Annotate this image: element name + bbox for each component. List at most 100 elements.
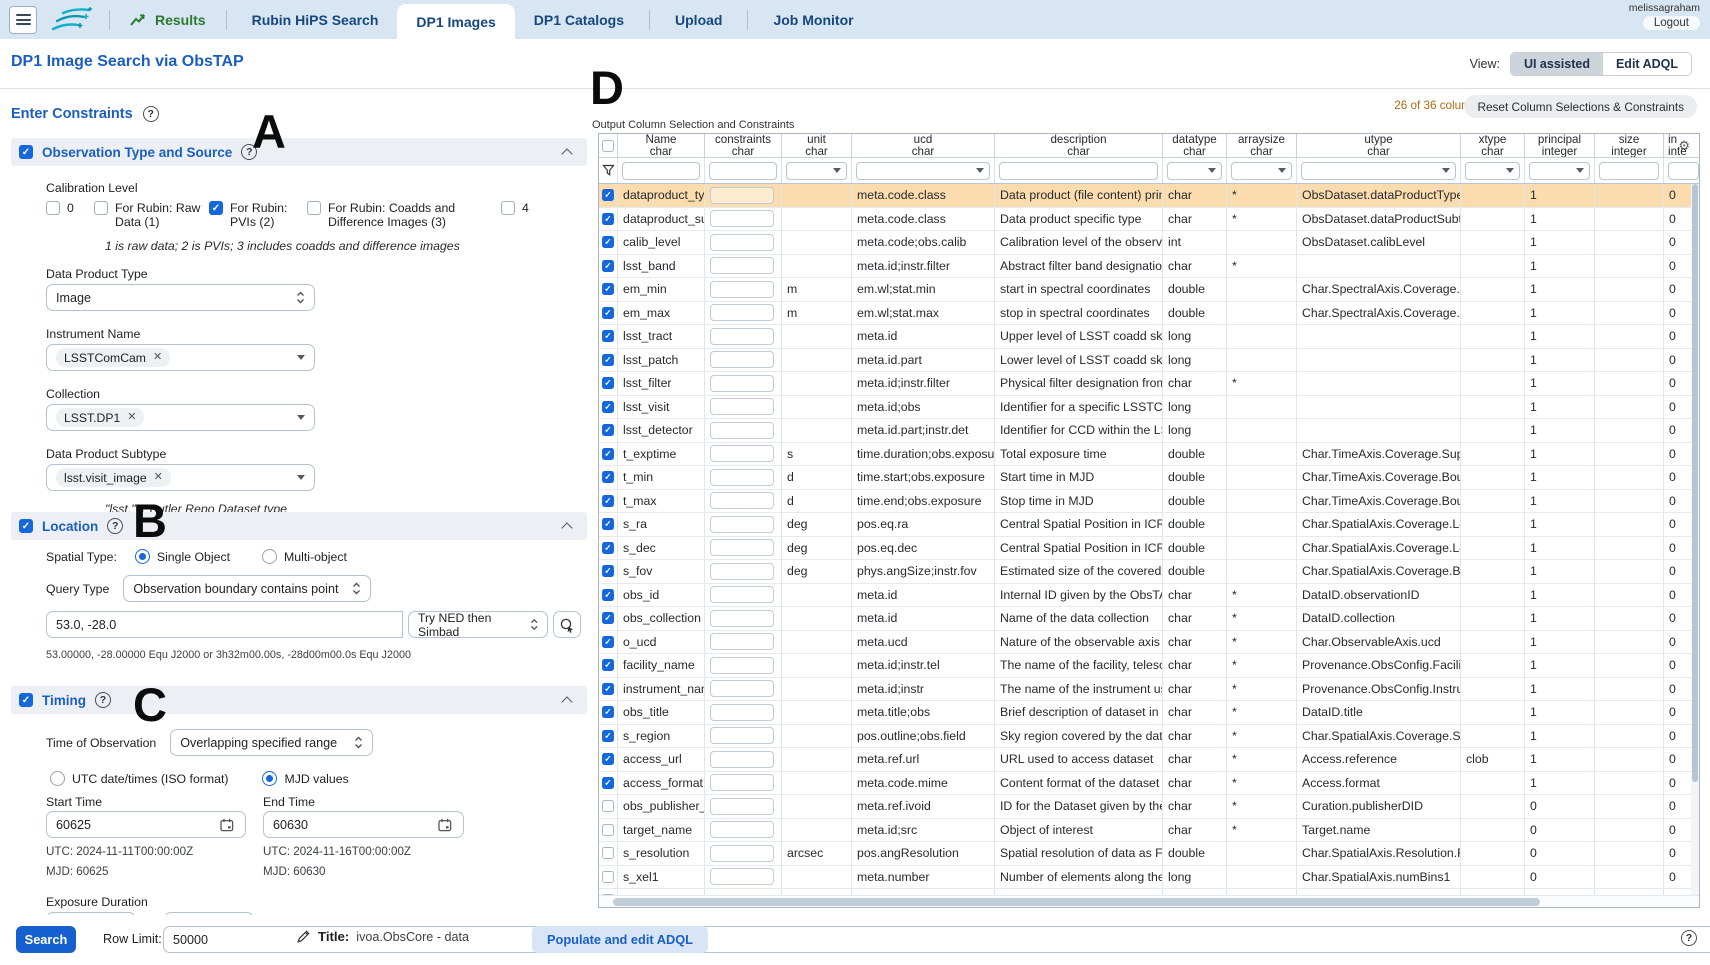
column-header-size[interactable]: sizeinteger [1595, 134, 1664, 157]
column-header-ucd[interactable]: ucdchar [852, 134, 995, 157]
table-row-access-format[interactable]: access_formatmeta.code.mimeContent forma… [599, 772, 1699, 796]
checkbox[interactable] [501, 201, 515, 215]
tab-results[interactable]: Results [116, 0, 220, 39]
section-location-header[interactable]: Location [11, 512, 587, 540]
query-type-select[interactable]: Observation boundary contains point [123, 575, 371, 602]
calibration-option-for-rubin-raw-data-1[interactable]: For Rubin: Raw Data (1) [94, 201, 209, 229]
filter-input-name[interactable] [622, 162, 700, 180]
select-point-button[interactable] [553, 611, 581, 638]
table-row-instrument-name[interactable]: instrument_namemeta.id;instrThe name of … [599, 678, 1699, 702]
filter-select-datatype[interactable] [1167, 162, 1222, 180]
constraint-input[interactable] [710, 845, 774, 862]
filter-select-ucd[interactable] [856, 162, 990, 180]
table-row-lsst-tract[interactable]: lsst_tractmeta.idUpper level of LSST coa… [599, 325, 1699, 349]
reset-columns-button[interactable]: Reset Column Selections & Constraints [1464, 95, 1697, 118]
constraint-input[interactable] [710, 798, 774, 815]
chip-remove-icon[interactable]: ✕ [153, 352, 162, 363]
filter-input-constraints[interactable] [709, 162, 777, 180]
location-help-icon[interactable] [107, 518, 123, 534]
calibration-option-for-rubin-coadds-and-difference-images-3[interactable]: For Rubin: Coadds and Difference Images … [307, 201, 501, 229]
row-checkbox[interactable] [602, 448, 614, 460]
radio[interactable] [135, 549, 150, 564]
row-checkbox[interactable] [602, 824, 614, 836]
table-row-s-resolution[interactable]: s_resolutionarcsecpos.angResolutionSpati… [599, 842, 1699, 866]
constraint-input[interactable] [710, 633, 774, 650]
column-header-unit[interactable]: unitchar [782, 134, 852, 157]
data-product-type-select[interactable]: Image [46, 284, 315, 311]
constraint-input[interactable] [710, 680, 774, 697]
section-observation-header[interactable]: Observation Type and Source [11, 138, 587, 166]
row-checkbox[interactable] [602, 589, 614, 601]
table-row-lsst-filter[interactable]: lsst_filtermeta.id;instr.filterPhysical … [599, 372, 1699, 396]
filter-funnel-icon[interactable] [602, 164, 615, 177]
view-edit-adql-button[interactable]: Edit ADQL [1603, 53, 1691, 75]
constraint-input[interactable] [710, 821, 774, 838]
row-checkbox[interactable] [602, 659, 614, 671]
constraint-input[interactable] [710, 469, 774, 486]
column-header-datatype[interactable]: datatypechar [1163, 134, 1227, 157]
constraint-input[interactable] [710, 727, 774, 744]
table-row-calib-level[interactable]: calib_levelmeta.code;obs.calibCalibratio… [599, 231, 1699, 255]
column-header-arraysize[interactable]: arraysizechar [1227, 134, 1297, 157]
constraint-input[interactable] [710, 304, 774, 321]
footer-help-icon[interactable] [1681, 930, 1697, 946]
sidebar-menu-button[interactable] [9, 6, 37, 34]
constraint-input[interactable] [710, 398, 774, 415]
row-checkbox[interactable] [602, 518, 614, 530]
select-all-checkbox[interactable] [602, 140, 614, 152]
table-row-em-max[interactable]: em_maxmem.wl;stat.maxstop in spectral co… [599, 302, 1699, 326]
pencil-icon[interactable] [296, 929, 311, 944]
time-of-observation-select[interactable]: Overlapping specified range [170, 729, 373, 756]
timing-help-icon[interactable] [95, 692, 111, 708]
row-checkbox[interactable] [602, 612, 614, 624]
constraint-input[interactable] [710, 210, 774, 227]
row-checkbox[interactable] [602, 730, 614, 742]
populate-adql-button[interactable]: Populate and edit ADQL [532, 926, 708, 953]
section-timing-header[interactable]: Timing [11, 686, 587, 714]
column-header-xtype[interactable]: xtypechar [1461, 134, 1525, 157]
row-checkbox[interactable] [602, 871, 614, 883]
row-checkbox[interactable] [602, 283, 614, 295]
radio[interactable] [262, 549, 277, 564]
checkbox[interactable] [307, 201, 321, 215]
row-checkbox[interactable] [602, 189, 614, 201]
filter-input-description[interactable] [999, 162, 1158, 180]
table-row-obs-collection[interactable]: obs_collectionmeta.idName of the data co… [599, 607, 1699, 631]
table-row-t-exptime[interactable]: t_exptimestime.duration;obs.exposureTota… [599, 443, 1699, 467]
row-checkbox[interactable] [602, 565, 614, 577]
checkbox[interactable] [46, 201, 60, 215]
calendar-icon[interactable] [438, 818, 452, 832]
constraint-input[interactable] [710, 281, 774, 298]
row-checkbox[interactable] [602, 495, 614, 507]
filter-select-xtype[interactable] [1465, 162, 1520, 180]
collection-select[interactable]: LSST.DP1 ✕ [46, 404, 315, 431]
table-row-lsst-detector[interactable]: lsst_detectormeta.id.part;instr.detIdent… [599, 419, 1699, 443]
timing-collapse-icon[interactable] [561, 696, 572, 707]
table-row-dataproduct-subtype[interactable]: dataproduct_subtypemeta.code.classData p… [599, 208, 1699, 232]
table-row-lsst-patch[interactable]: lsst_patchmeta.id.partLower level of LSS… [599, 349, 1699, 373]
constraint-input[interactable] [710, 868, 774, 885]
calendar-icon[interactable] [220, 818, 234, 832]
constraint-input[interactable] [710, 187, 774, 204]
constraint-input[interactable] [710, 563, 774, 580]
subtype-chip[interactable]: lsst.visit_image ✕ [56, 468, 171, 487]
logout-button[interactable]: Logout [1643, 16, 1700, 30]
table-row-s-ra[interactable]: s_radegpos.eq.raCentral Spatial Position… [599, 513, 1699, 537]
constraints-help-icon[interactable] [143, 106, 159, 122]
table-row-target-name[interactable]: target_namemeta.id;srcObject of interest… [599, 819, 1699, 843]
constraint-input[interactable] [710, 516, 774, 533]
spatial-option-single-object[interactable]: Single Object [135, 549, 230, 564]
table-row-dataproduct-type[interactable]: dataproduct_typemeta.code.classData prod… [599, 184, 1699, 208]
row-checkbox[interactable] [602, 354, 614, 366]
constraint-input[interactable] [710, 328, 774, 345]
time-format-option-mjd-values[interactable]: MJD values [262, 771, 348, 786]
constraint-input[interactable] [710, 704, 774, 721]
table-row-access-url[interactable]: access_urlmeta.ref.urlURL used to access… [599, 748, 1699, 772]
tab-dp1-catalogs[interactable]: DP1 Catalogs [515, 0, 643, 39]
filter-select-unit[interactable] [786, 162, 847, 180]
horizontal-scrollbar[interactable] [599, 895, 1699, 907]
table-row-lsst-visit[interactable]: lsst_visitmeta.id;obsIdentifier for a sp… [599, 396, 1699, 420]
constraint-input[interactable] [710, 445, 774, 462]
column-header-principal[interactable]: principalinteger [1525, 134, 1595, 157]
row-checkbox[interactable] [602, 213, 614, 225]
